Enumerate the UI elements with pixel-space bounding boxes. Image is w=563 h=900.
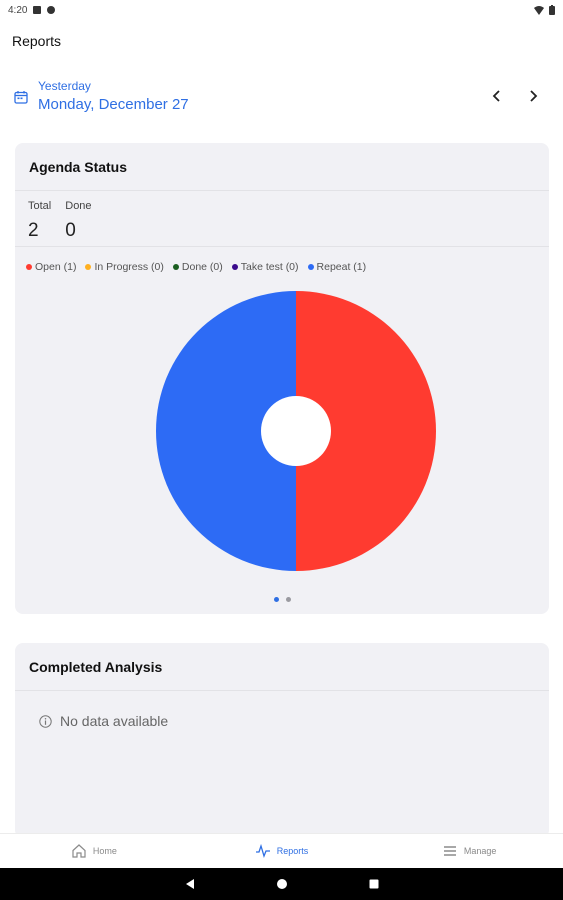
sd-card-icon bbox=[33, 6, 42, 14]
system-back-button[interactable] bbox=[183, 877, 197, 891]
date-full-label[interactable]: Monday, December 27 bbox=[38, 96, 189, 113]
agenda-status-title: Agenda Status bbox=[15, 143, 549, 191]
page-title: Reports bbox=[12, 33, 62, 49]
system-home-button[interactable] bbox=[275, 877, 289, 891]
nav-label: Manage bbox=[463, 846, 497, 856]
nav-manage[interactable]: Manage bbox=[375, 834, 563, 868]
legend-item-open[interactable]: Open (1) bbox=[26, 261, 76, 273]
pager-dot[interactable] bbox=[273, 597, 279, 602]
system-recents-button[interactable] bbox=[367, 877, 381, 891]
battery-icon bbox=[549, 5, 555, 15]
donut-hole bbox=[261, 396, 331, 466]
stat-total: Total 2 bbox=[28, 200, 51, 246]
legend-dot bbox=[26, 264, 32, 270]
legend-label: Open (1) bbox=[35, 261, 77, 273]
nav-home[interactable]: Home bbox=[0, 834, 188, 868]
legend-item-take-test[interactable]: Take test (0) bbox=[231, 261, 299, 273]
nav-reports[interactable]: Reports bbox=[188, 834, 376, 868]
status-time: 4:20 bbox=[8, 4, 28, 16]
legend-item-repeat[interactable]: Repeat (1) bbox=[307, 261, 367, 273]
agenda-status-card: Agenda Status Total 2 Done 0 Open (1) In… bbox=[15, 143, 549, 614]
sync-icon bbox=[47, 6, 56, 14]
chart-pager bbox=[15, 597, 549, 602]
legend-item-in-progress[interactable]: In Progress (0) bbox=[85, 261, 164, 273]
legend-label: Done (0) bbox=[181, 261, 223, 273]
completed-analysis-title: Completed Analysis bbox=[15, 643, 549, 691]
recents-square-icon bbox=[369, 879, 378, 889]
stat-label: Done bbox=[65, 200, 92, 212]
date-relative-label[interactable]: Yesterday bbox=[38, 79, 189, 93]
stat-done: Done 0 bbox=[65, 200, 91, 246]
reports-icon bbox=[255, 843, 270, 858]
legend-label: Take test (0) bbox=[240, 261, 299, 273]
stat-value: 0 bbox=[65, 220, 76, 241]
home-circle-icon bbox=[276, 879, 287, 889]
calendar-icon[interactable] bbox=[14, 90, 28, 104]
legend-label: In Progress (0) bbox=[94, 261, 164, 273]
legend-dot bbox=[85, 264, 92, 270]
menu-icon bbox=[443, 846, 456, 856]
chevron-right-icon bbox=[530, 90, 538, 102]
nav-label: Reports bbox=[276, 846, 309, 856]
legend-item-done[interactable]: Done (0) bbox=[172, 261, 223, 273]
status-bar: 4:20 bbox=[0, 0, 563, 20]
legend-dot bbox=[231, 264, 238, 270]
date-selector: Yesterday Monday, December 27 bbox=[14, 76, 549, 116]
chevron-left-icon bbox=[492, 90, 500, 102]
next-day-button[interactable] bbox=[525, 88, 541, 104]
bottom-navigation: Home Reports Manage bbox=[0, 833, 563, 868]
chart-legend: Open (1) In Progress (0) Done (0) Take t… bbox=[15, 247, 549, 273]
stat-value: 2 bbox=[28, 220, 39, 241]
wifi-icon bbox=[534, 5, 544, 15]
donut-chart bbox=[156, 291, 436, 571]
previous-day-button[interactable] bbox=[489, 88, 505, 104]
completed-analysis-card: Completed Analysis No data available bbox=[15, 643, 549, 838]
empty-state: No data available bbox=[15, 691, 549, 729]
legend-dot bbox=[307, 264, 314, 270]
stat-label: Total bbox=[28, 200, 52, 212]
home-icon bbox=[72, 844, 86, 858]
system-navigation-bar bbox=[0, 868, 563, 900]
empty-state-text: No data available bbox=[60, 713, 169, 729]
info-icon bbox=[39, 714, 52, 728]
agenda-stats: Total 2 Done 0 bbox=[15, 191, 549, 247]
nav-label: Home bbox=[92, 846, 117, 856]
pager-dot[interactable] bbox=[285, 597, 291, 602]
legend-dot bbox=[172, 264, 179, 270]
back-triangle-icon bbox=[185, 879, 194, 889]
legend-label: Repeat (1) bbox=[316, 261, 367, 273]
donut-chart-container bbox=[15, 283, 549, 583]
